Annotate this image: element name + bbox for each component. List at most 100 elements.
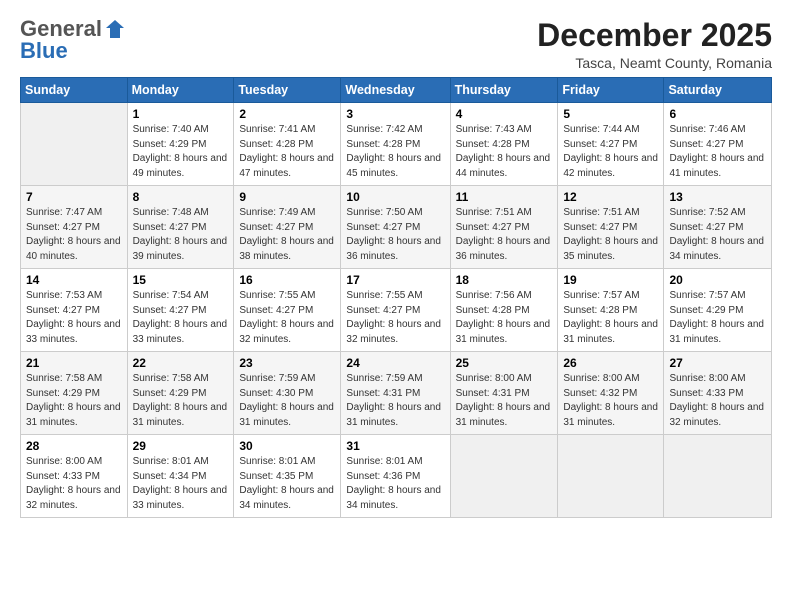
title-block: December 2025 Tasca, Neamt County, Roman…	[537, 18, 772, 71]
day-number: 2	[239, 107, 335, 121]
sunset-text: Sunset: 4:28 PM	[239, 139, 313, 150]
daylight-text: Daylight: 8 hours and 31 minutes.	[563, 319, 658, 345]
day-number: 14	[26, 273, 122, 287]
logo-blue: Blue	[20, 40, 126, 62]
day-number: 11	[456, 190, 553, 204]
daylight-text: Daylight: 8 hours and 45 minutes.	[346, 153, 441, 179]
day-detail: Sunrise: 8:00 AMSunset: 4:33 PMDaylight:…	[669, 372, 766, 430]
sunset-text: Sunset: 4:33 PM	[26, 471, 100, 482]
sunset-text: Sunset: 4:29 PM	[133, 388, 207, 399]
sunset-text: Sunset: 4:36 PM	[346, 471, 420, 482]
day-number: 24	[346, 356, 444, 370]
calendar-week-row: 14Sunrise: 7:53 AMSunset: 4:27 PMDayligh…	[21, 269, 772, 352]
daylight-text: Daylight: 8 hours and 34 minutes.	[346, 485, 441, 511]
table-row	[664, 435, 772, 518]
calendar-table: Sunday Monday Tuesday Wednesday Thursday…	[20, 77, 772, 518]
sunrise-text: Sunrise: 7:54 AM	[133, 290, 209, 301]
daylight-text: Daylight: 8 hours and 31 minutes.	[669, 319, 764, 345]
daylight-text: Daylight: 8 hours and 44 minutes.	[456, 153, 551, 179]
table-row: 31Sunrise: 8:01 AMSunset: 4:36 PMDayligh…	[341, 435, 450, 518]
daylight-text: Daylight: 8 hours and 32 minutes.	[669, 402, 764, 428]
sunrise-text: Sunrise: 7:50 AM	[346, 207, 422, 218]
daylight-text: Daylight: 8 hours and 32 minutes.	[346, 319, 441, 345]
daylight-text: Daylight: 8 hours and 31 minutes.	[456, 319, 551, 345]
table-row	[21, 103, 128, 186]
logo-general: General	[20, 18, 102, 40]
table-row: 10 Sunrise: 7:50 AMSunset: 4:27 PMDayligh…	[341, 186, 450, 269]
day-number: 3	[346, 107, 444, 121]
table-row: 21Sunrise: 7:58 AMSunset: 4:29 PMDayligh…	[21, 352, 128, 435]
sunset-text: Sunset: 4:30 PM	[239, 388, 313, 399]
daylight-text: Daylight: 8 hours and 36 minutes.	[346, 236, 441, 262]
col-tuesday: Tuesday	[234, 78, 341, 103]
sunset-text: Sunset: 4:28 PM	[346, 139, 420, 150]
day-detail: Sunrise: 7:58 AM Sunset: 4:29 PM Daylight:…	[133, 372, 229, 430]
sunset-text: Sunset: 4:27 PM	[26, 222, 100, 233]
daylight-text: Daylight: 8 hours and 31 minutes.	[133, 402, 228, 428]
day-detail: Sunrise: 7:55 AM Sunset: 4:27 PM Daylight:…	[239, 289, 335, 347]
day-number: 4	[456, 107, 553, 121]
sunset-text: Sunset: 4:28 PM	[456, 305, 530, 316]
day-detail: Sunrise: 7:50 AMSunset: 4:27 PMDaylight:…	[346, 206, 444, 264]
sunrise-text: Sunrise: 7:41 AM	[239, 124, 315, 135]
day-number: 17	[346, 273, 444, 287]
day-detail: Sunrise: 7:59 AMSunset: 4:30 PMDaylight:…	[239, 372, 335, 430]
day-number: 13	[669, 190, 766, 204]
sunrise-text: Sunrise: 8:01 AM	[239, 456, 315, 467]
day-detail: Sunrise: 7:57 AMSunset: 4:28 PMDaylight:…	[563, 289, 658, 347]
sunrise-text: Sunrise: 7:52 AM	[669, 207, 745, 218]
day-number: 25	[456, 356, 553, 370]
day-detail: Sunrise: 7:57 AM Sunset: 4:29 PM Daylight:…	[669, 289, 766, 347]
sunset-text: Sunset: 4:27 PM	[133, 305, 207, 316]
sunrise-text: Sunrise: 7:56 AM	[456, 290, 532, 301]
sunrise-text: Sunrise: 7:49 AM	[239, 207, 315, 218]
day-detail: Sunrise: 8:01 AMSunset: 4:34 PMDaylight:…	[133, 455, 229, 513]
table-row	[450, 435, 558, 518]
sunset-text: Sunset: 4:34 PM	[133, 471, 207, 482]
daylight-text: Daylight: 8 hours and 31 minutes.	[563, 402, 658, 428]
table-row: 23Sunrise: 7:59 AMSunset: 4:30 PMDayligh…	[234, 352, 341, 435]
sunrise-text: Sunrise: 7:55 AM	[239, 290, 315, 301]
daylight-text: Daylight: 8 hours and 49 minutes.	[133, 153, 228, 179]
day-detail: Sunrise: 8:01 AMSunset: 4:35 PMDaylight:…	[239, 455, 335, 513]
table-row: 24 Sunrise: 7:59 AMSunset: 4:31 PMDayligh…	[341, 352, 450, 435]
table-row: 25Sunrise: 8:00 AMSunset: 4:31 PMDayligh…	[450, 352, 558, 435]
sunset-text: Sunset: 4:29 PM	[669, 305, 743, 316]
day-number: 16	[239, 273, 335, 287]
day-number: 7	[26, 190, 122, 204]
day-number: 1	[133, 107, 229, 121]
daylight-text: Daylight: 8 hours and 33 minutes.	[133, 485, 228, 511]
daylight-text: Daylight: 8 hours and 35 minutes.	[563, 236, 658, 262]
table-row: 3Sunrise: 7:42 AMSunset: 4:28 PMDaylight…	[341, 103, 450, 186]
calendar-week-row: 21Sunrise: 7:58 AMSunset: 4:29 PMDayligh…	[21, 352, 772, 435]
sunrise-text: Sunrise: 7:44 AM	[563, 124, 639, 135]
col-thursday: Thursday	[450, 78, 558, 103]
day-number: 10	[346, 190, 444, 204]
daylight-text: Daylight: 8 hours and 31 minutes.	[26, 402, 121, 428]
day-detail: Sunrise: 7:59 AMSunset: 4:31 PMDaylight:…	[346, 372, 444, 430]
sunset-text: Sunset: 4:27 PM	[133, 222, 207, 233]
day-detail: Sunrise: 7:56 AM Sunset: 4:28 PM Daylight:…	[456, 289, 553, 347]
daylight-text: Daylight: 8 hours and 38 minutes.	[239, 236, 334, 262]
table-row: 20Sunrise: 7:57 AMSunset: 4:29 PMDayligh…	[664, 269, 772, 352]
sunset-text: Sunset: 4:32 PM	[563, 388, 637, 399]
sunset-text: Sunset: 4:31 PM	[456, 388, 530, 399]
day-detail: Sunrise: 7:58 AMSunset: 4:29 PMDaylight:…	[26, 372, 122, 430]
day-detail: Sunrise: 7:40 AMSunset: 4:29 PMDaylight:…	[133, 123, 229, 181]
sunset-text: Sunset: 4:27 PM	[26, 305, 100, 316]
col-sunday: Sunday	[21, 78, 128, 103]
month-title: December 2025	[537, 18, 772, 53]
daylight-text: Daylight: 8 hours and 32 minutes.	[239, 319, 334, 345]
location-subtitle: Tasca, Neamt County, Romania	[537, 55, 772, 71]
table-row: 1 Sunrise: 7:40 AMSunset: 4:29 PMDaylight…	[127, 103, 234, 186]
day-number: 29	[133, 439, 229, 453]
sunrise-text: Sunrise: 7:43 AM	[456, 124, 532, 135]
sunrise-text: Sunrise: 7:58 AM	[133, 373, 209, 384]
sunset-text: Sunset: 4:27 PM	[669, 139, 743, 150]
daylight-text: Daylight: 8 hours and 33 minutes.	[26, 319, 121, 345]
sunset-text: Sunset: 4:27 PM	[239, 305, 313, 316]
day-number: 5	[563, 107, 658, 121]
table-row: 12Sunrise: 7:51 AMSunset: 4:27 PMDayligh…	[558, 186, 664, 269]
sunrise-text: Sunrise: 7:57 AM	[669, 290, 745, 301]
day-detail: Sunrise: 8:00 AMSunset: 4:33 PMDaylight:…	[26, 455, 122, 513]
